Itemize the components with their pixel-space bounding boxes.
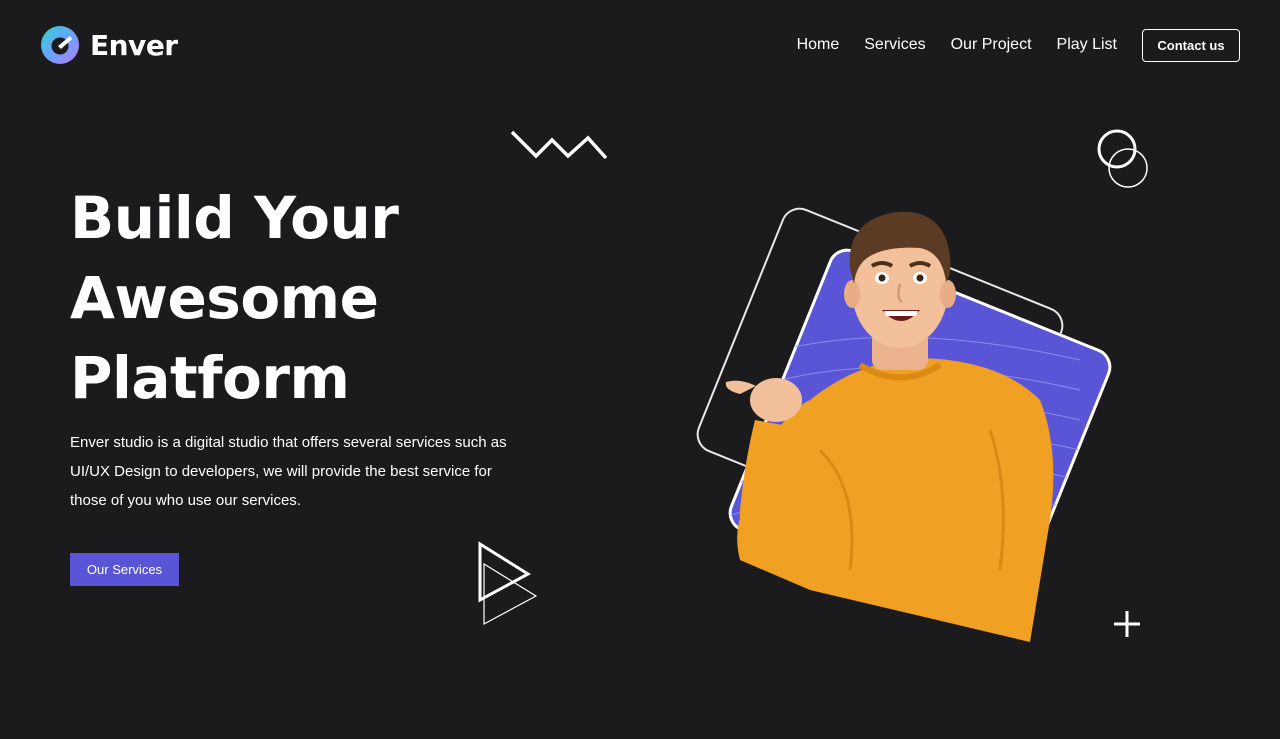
main-nav: Home Services Our Project Play List Cont…: [797, 28, 1240, 62]
nav-link-services[interactable]: Services: [864, 28, 925, 62]
person-pointing: [725, 211, 1054, 642]
brand-name: Enver: [90, 28, 178, 62]
play-triangles-decoration-icon: [478, 541, 538, 626]
hero-title: Build Your Awesome Platform: [70, 178, 530, 418]
landing-page: Enver Home Services Our Project Play Lis…: [0, 0, 1280, 739]
hero-illustration: [696, 207, 1112, 642]
hero-title-line: Build Your: [70, 184, 399, 252]
circles-decoration-icon: [1097, 129, 1148, 188]
nav-link-home[interactable]: Home: [797, 28, 840, 62]
contact-us-button[interactable]: Contact us: [1142, 28, 1240, 62]
nav-link-play-list[interactable]: Play List: [1057, 28, 1117, 62]
nav-link-our-project[interactable]: Our Project: [951, 28, 1032, 62]
hero-description: Enver studio is a digital studio that of…: [70, 434, 507, 509]
enver-logo-icon: [41, 26, 79, 64]
brand-logo[interactable]: Enver: [40, 25, 178, 65]
hero-title-line: Awesome: [70, 264, 379, 332]
zigzag-decoration-icon: [510, 130, 608, 160]
hero-title-line: Platform: [70, 344, 350, 412]
our-services-button[interactable]: Our Services: [70, 553, 179, 586]
